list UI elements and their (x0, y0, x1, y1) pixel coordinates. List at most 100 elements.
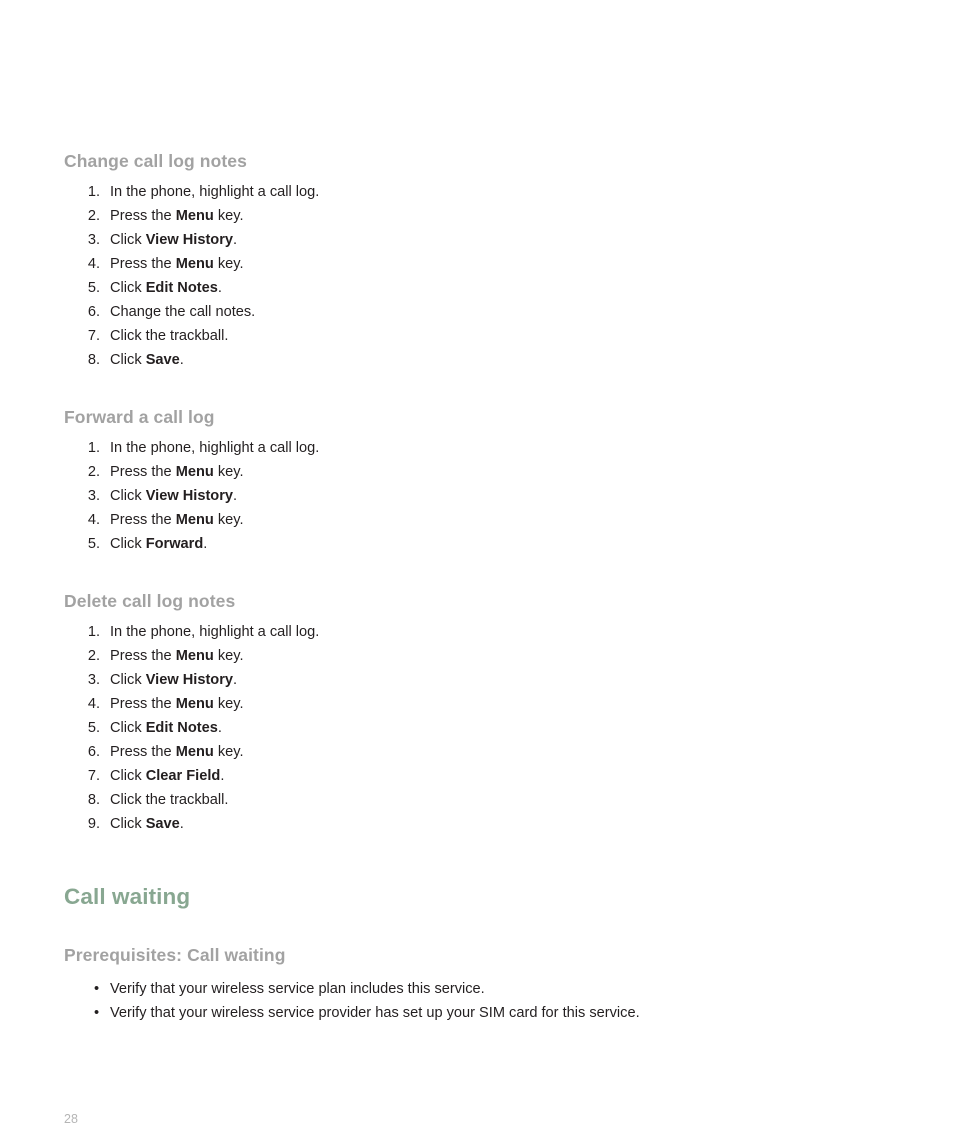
list-item: • Verify that your wireless service plan … (64, 977, 884, 1001)
list-item: 8. Click the trackball. (64, 788, 884, 812)
list-item-number: 5. (87, 536, 100, 552)
document-page: Change call log notes 1. In the phone, hi… (0, 0, 954, 1145)
step-text: Press the (110, 744, 176, 760)
list-item-number: 4. (87, 512, 100, 528)
step-text: key. (213, 648, 244, 664)
section-heading: Delete call log notes (64, 591, 236, 611)
ordered-step-list: 1. In the phone, highlight a call log. 2. P… (64, 180, 884, 372)
ordered-step-list: 1. In the phone, highlight a call log. 2. P… (64, 436, 884, 556)
step-text: . (233, 232, 238, 248)
list-item: 3. Click View History. (64, 228, 884, 252)
list-item: 4. Press the Menu key. (64, 252, 884, 276)
list-item: 4. Press the Menu key. (64, 508, 884, 532)
list-item: 1. In the phone, highlight a call log. (64, 436, 884, 460)
list-item-number: 9. (87, 816, 100, 832)
section-forward-a-call-log: Forward a call log 1. In the phone, highl… (64, 406, 884, 556)
step-text: key. (213, 696, 244, 712)
step-text: Verify that your wireless service provid… (110, 1005, 640, 1021)
section-heading: Forward a call log (64, 407, 215, 427)
emphasized-text: Menu (175, 744, 214, 760)
list-item-number: 3. (87, 488, 100, 504)
list-item-number: 7. (87, 768, 100, 784)
list-item: 2. Press the Menu key. (64, 460, 884, 484)
step-text: Change the call notes. (110, 304, 256, 320)
list-item: 1. In the phone, highlight a call log. (64, 180, 884, 204)
emphasized-text: Save (145, 352, 180, 368)
list-item: 5. Click Forward. (64, 532, 884, 556)
list-item-number: 6. (87, 304, 100, 320)
step-text: Click (110, 816, 146, 832)
step-text: Click (110, 720, 146, 736)
list-item-number: 3. (87, 232, 100, 248)
step-text: key. (213, 208, 244, 224)
step-text: Click (110, 672, 146, 688)
list-item-number: 2. (87, 648, 100, 664)
step-text: Press the (110, 256, 176, 272)
list-item: 5. Click Edit Notes. (64, 716, 884, 740)
section-prerequisites-call-waiting: Prerequisites: Call waiting • Verify that… (64, 944, 884, 1025)
list-item-number: 1. (87, 184, 100, 200)
step-text: Verify that your wireless service plan i… (110, 981, 485, 997)
list-item-number: 1. (87, 624, 100, 640)
list-item: • Verify that your wireless service provi… (64, 1001, 884, 1025)
step-text: Click (110, 280, 146, 296)
list-item: 2. Press the Menu key. (64, 204, 884, 228)
list-item: 7. Click Clear Field. (64, 764, 884, 788)
list-item-number: 7. (87, 328, 100, 344)
emphasized-text: View History (145, 672, 234, 688)
bullet-icon: • (94, 981, 100, 997)
emphasized-text: Forward (145, 536, 204, 552)
step-text: Click the trackball. (110, 328, 229, 344)
bullet-list: • Verify that your wireless service plan … (64, 977, 884, 1025)
list-item-number: 2. (87, 464, 100, 480)
list-item: 5. Click Edit Notes. (64, 276, 884, 300)
chapter-call-waiting: Call waiting (64, 883, 884, 911)
list-item: 7. Click the trackball. (64, 324, 884, 348)
step-text: Click the trackball. (110, 792, 229, 808)
emphasized-text: Edit Notes (145, 720, 218, 736)
list-item: 3. Click View History. (64, 484, 884, 508)
step-text: Click (110, 352, 146, 368)
step-text: key. (213, 464, 244, 480)
step-text: Click (110, 232, 146, 248)
list-item-number: 2. (87, 208, 100, 224)
step-text: key. (213, 512, 244, 528)
emphasized-text: Menu (175, 464, 214, 480)
page-number: 28 (64, 1112, 78, 1126)
emphasized-text: Edit Notes (145, 280, 218, 296)
step-text: key. (213, 256, 244, 272)
step-text: In the phone, highlight a call log. (110, 184, 320, 200)
list-item: 1. In the phone, highlight a call log. (64, 620, 884, 644)
step-text: Press the (110, 208, 176, 224)
step-text: Press the (110, 696, 176, 712)
emphasized-text: Menu (175, 208, 214, 224)
emphasized-text: Menu (175, 648, 214, 664)
step-text: In the phone, highlight a call log. (110, 624, 320, 640)
list-item-number: 1. (87, 440, 100, 456)
ordered-step-list: 1. In the phone, highlight a call log. 2. P… (64, 620, 884, 836)
step-text: key. (213, 744, 244, 760)
emphasized-text: Menu (175, 256, 214, 272)
page-content: Change call log notes 1. In the phone, hi… (64, 150, 884, 1025)
list-item-number: 4. (87, 696, 100, 712)
list-item-number: 6. (87, 744, 100, 760)
section-delete-call-log-notes: Delete call log notes 1. In the phone, hi… (64, 590, 884, 836)
list-item-number: 8. (87, 352, 100, 368)
emphasized-text: Menu (175, 512, 214, 528)
step-text: . (217, 720, 222, 736)
list-item-number: 5. (87, 720, 100, 736)
step-text: Press the (110, 512, 176, 528)
step-text: Press the (110, 648, 176, 664)
section-heading: Prerequisites: Call waiting (64, 945, 286, 965)
list-item: 4. Press the Menu key. (64, 692, 884, 716)
emphasized-text: View History (145, 232, 234, 248)
emphasized-text: Save (145, 816, 180, 832)
step-text: . (217, 280, 222, 296)
list-item: 8. Click Save. (64, 348, 884, 372)
list-item-number: 5. (87, 280, 100, 296)
section-change-call-log-notes: Change call log notes 1. In the phone, hi… (64, 150, 884, 372)
step-text: . (179, 816, 184, 832)
step-text: Click (110, 768, 146, 784)
bullet-icon: • (94, 1005, 100, 1021)
list-item: 6. Change the call notes. (64, 300, 884, 324)
